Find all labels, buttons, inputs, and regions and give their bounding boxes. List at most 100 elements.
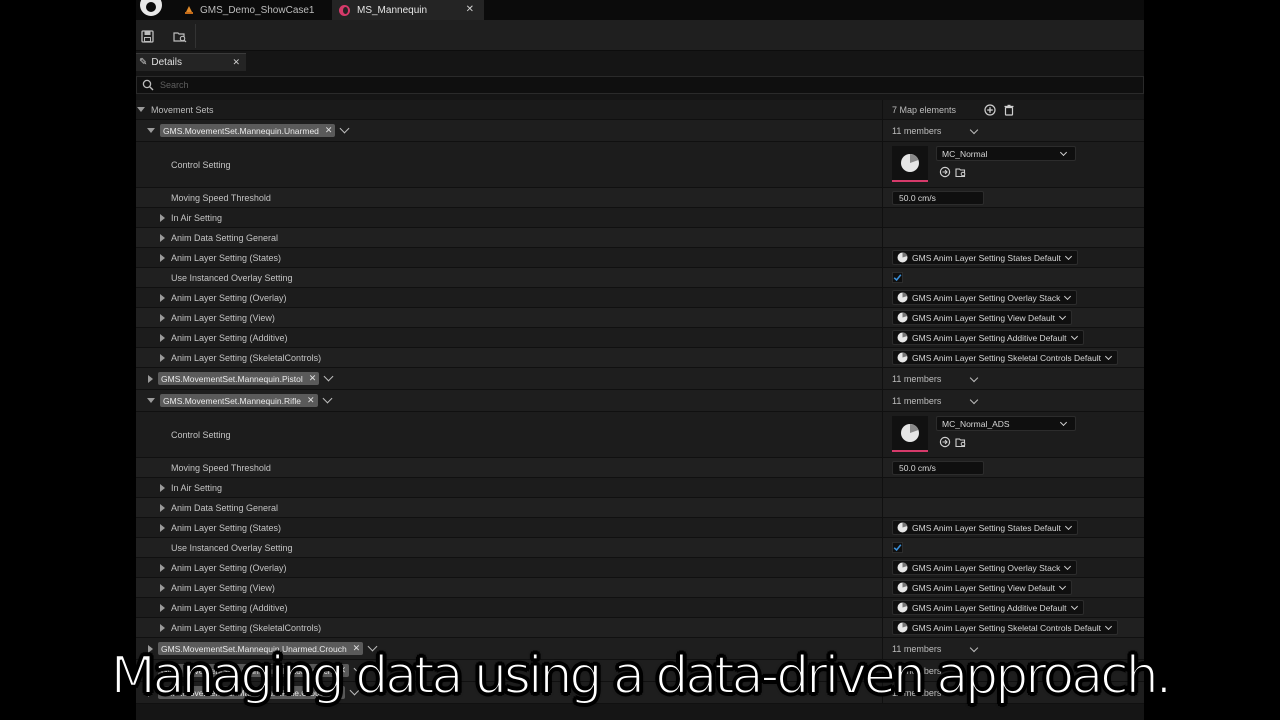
- remove-tag-icon[interactable]: ✕: [309, 373, 317, 384]
- browse-asset-button[interactable]: [172, 28, 188, 44]
- expand-arrow-icon[interactable]: [160, 293, 165, 302]
- instanced-overlay-checkbox[interactable]: [892, 542, 903, 553]
- expand-arrow-icon[interactable]: [160, 583, 165, 592]
- expand-arrow-icon[interactable]: [148, 374, 153, 383]
- chevron-down-icon[interactable]: [969, 395, 979, 405]
- browse-asset-icon[interactable]: [955, 166, 967, 178]
- tab-level[interactable]: GMS_Demo_ShowCase1: [182, 0, 332, 20]
- property-in-air-setting[interactable]: In Air Setting: [136, 478, 1144, 498]
- anim-layer-combo[interactable]: GMS Anim Layer Setting Additive Default: [892, 600, 1084, 615]
- details-search-box: [136, 76, 1144, 94]
- property-anim-layer-view[interactable]: Anim Layer Setting (View) GMS Anim Layer…: [136, 308, 1144, 328]
- anim-layer-value: GMS Anim Layer Setting Overlay Stack: [912, 292, 1061, 303]
- anim-layer-combo[interactable]: GMS Anim Layer Setting Overlay Stack: [892, 290, 1078, 305]
- asset-picker-value: MC_Normal_ADS: [942, 418, 1010, 429]
- instanced-overlay-checkbox[interactable]: [892, 272, 903, 283]
- map-entry-pistol[interactable]: GMS.MovementSet.Mannequin.Pistol ✕ 11 me…: [136, 368, 1144, 390]
- gameplay-tag-chip[interactable]: GMS.MovementSet.Mannequin.Pistol ✕: [158, 372, 320, 385]
- property-anim-layer-states[interactable]: Anim Layer Setting (States) GMS Anim Lay…: [136, 518, 1144, 538]
- property-anim-layer-view[interactable]: Anim Layer Setting (View) GMS Anim Layer…: [136, 578, 1144, 598]
- property-anim-data-setting[interactable]: Anim Data Setting General: [136, 498, 1144, 518]
- map-element-count: 7 Map elements: [892, 104, 957, 115]
- anim-layer-value: GMS Anim Layer Setting Skeletal Controls…: [912, 622, 1101, 633]
- chevron-down-icon[interactable]: [322, 393, 332, 404]
- chevron-down-icon[interactable]: [969, 125, 979, 135]
- asset-toolbar: [136, 20, 1144, 51]
- members-count: 11 members: [892, 125, 942, 136]
- anim-layer-combo[interactable]: GMS Anim Layer Setting Overlay Stack: [892, 560, 1078, 575]
- tag-label: GMS.MovementSet.Mannequin.Unarmed: [163, 125, 319, 136]
- anim-layer-asset-icon: [897, 622, 908, 633]
- anim-layer-combo[interactable]: GMS Anim Layer Setting Skeletal Controls…: [892, 350, 1118, 365]
- property-anim-layer-skeletal[interactable]: Anim Layer Setting (SkeletalControls) GM…: [136, 618, 1144, 638]
- expand-arrow-icon[interactable]: [160, 483, 165, 492]
- property-label: Moving Speed Threshold: [171, 192, 271, 203]
- anim-layer-combo[interactable]: GMS Anim Layer Setting Skeletal Controls…: [892, 620, 1118, 635]
- speed-threshold-input[interactable]: 50.0 cm/s: [892, 190, 984, 205]
- expand-arrow-icon[interactable]: [160, 563, 165, 572]
- asset-thumbnail[interactable]: [892, 416, 928, 452]
- expand-arrow-icon[interactable]: [137, 107, 145, 112]
- search-input[interactable]: [154, 80, 1143, 90]
- details-close-icon[interactable]: ✕: [232, 57, 240, 68]
- tag-label: GMS.MovementSet.Mannequin.Pistol: [161, 373, 303, 384]
- expand-arrow-icon[interactable]: [160, 233, 165, 242]
- details-panel-tab[interactable]: ✎ Details ✕: [136, 53, 246, 71]
- asset-picker-combo[interactable]: MC_Normal_ADS: [936, 416, 1076, 431]
- remove-tag-icon[interactable]: ✕: [325, 125, 333, 136]
- unreal-logo-icon[interactable]: [138, 0, 164, 18]
- category-movement-sets[interactable]: Movement Sets 7 Map elements: [136, 100, 1144, 120]
- members-count: 11 members: [892, 373, 942, 384]
- expand-arrow-icon[interactable]: [147, 128, 155, 133]
- add-element-icon[interactable]: [984, 104, 996, 116]
- map-entry-rifle[interactable]: GMS.MovementSet.Mannequin.Rifle ✕ 11 mem…: [136, 390, 1144, 412]
- asset-picker-combo[interactable]: MC_Normal: [936, 146, 1076, 161]
- property-anim-data-setting[interactable]: Anim Data Setting General: [136, 228, 1144, 248]
- use-selected-icon[interactable]: [939, 166, 951, 178]
- use-selected-icon[interactable]: [939, 436, 951, 448]
- speed-threshold-input[interactable]: 50.0 cm/s: [892, 460, 984, 475]
- property-anim-layer-overlay[interactable]: Anim Layer Setting (Overlay) GMS Anim La…: [136, 558, 1144, 578]
- anim-layer-combo[interactable]: GMS Anim Layer Setting States Default: [892, 250, 1078, 265]
- property-use-instanced-overlay: Use Instanced Overlay Setting: [136, 268, 1144, 288]
- expand-arrow-icon[interactable]: [147, 398, 155, 403]
- expand-arrow-icon[interactable]: [160, 523, 165, 532]
- control-setting-asset-icon: [901, 424, 919, 442]
- anim-layer-value: GMS Anim Layer Setting View Default: [912, 312, 1055, 323]
- property-anim-layer-additive[interactable]: Anim Layer Setting (Additive) GMS Anim L…: [136, 328, 1144, 348]
- property-anim-layer-skeletal[interactable]: Anim Layer Setting (SkeletalControls) GM…: [136, 348, 1144, 368]
- anim-layer-combo[interactable]: GMS Anim Layer Setting View Default: [892, 580, 1072, 595]
- property-anim-layer-states[interactable]: Anim Layer Setting (States) GMS Anim Lay…: [136, 248, 1144, 268]
- chevron-down-icon: [1058, 312, 1067, 321]
- asset-thumbnail[interactable]: [892, 146, 928, 182]
- gameplay-tag-chip[interactable]: GMS.MovementSet.Mannequin.Rifle ✕: [160, 394, 318, 407]
- expand-arrow-icon[interactable]: [160, 353, 165, 362]
- tab-movement-set-label: MS_Mannequin: [357, 4, 428, 16]
- anim-layer-combo[interactable]: GMS Anim Layer Setting View Default: [892, 310, 1072, 325]
- expand-arrow-icon[interactable]: [160, 503, 165, 512]
- chevron-down-icon[interactable]: [340, 123, 350, 134]
- property-in-air-setting[interactable]: In Air Setting: [136, 208, 1144, 228]
- save-button[interactable]: [139, 28, 155, 44]
- delete-icon[interactable]: [1003, 104, 1015, 116]
- expand-arrow-icon[interactable]: [160, 313, 165, 322]
- anim-layer-value: GMS Anim Layer Setting Skeletal Controls…: [912, 352, 1101, 363]
- map-entry-unarmed[interactable]: GMS.MovementSet.Mannequin.Unarmed ✕ 11 m…: [136, 120, 1144, 142]
- expand-arrow-icon[interactable]: [160, 623, 165, 632]
- chevron-down-icon[interactable]: [969, 373, 979, 383]
- tab-close-icon[interactable]: ✕: [466, 4, 474, 15]
- property-label: In Air Setting: [171, 482, 223, 493]
- property-anim-layer-overlay[interactable]: Anim Layer Setting (Overlay) GMS Anim La…: [136, 288, 1144, 308]
- tab-movement-set[interactable]: MS_Mannequin ✕: [332, 0, 484, 20]
- expand-arrow-icon[interactable]: [160, 253, 165, 262]
- property-anim-layer-additive[interactable]: Anim Layer Setting (Additive) GMS Anim L…: [136, 598, 1144, 618]
- browse-asset-icon[interactable]: [955, 436, 967, 448]
- gameplay-tag-chip[interactable]: GMS.MovementSet.Mannequin.Unarmed ✕: [160, 124, 336, 137]
- expand-arrow-icon[interactable]: [160, 213, 165, 222]
- anim-layer-combo[interactable]: GMS Anim Layer Setting Additive Default: [892, 330, 1084, 345]
- remove-tag-icon[interactable]: ✕: [307, 395, 315, 406]
- expand-arrow-icon[interactable]: [160, 603, 165, 612]
- chevron-down-icon[interactable]: [323, 371, 334, 382]
- anim-layer-combo[interactable]: GMS Anim Layer Setting States Default: [892, 520, 1078, 535]
- expand-arrow-icon[interactable]: [160, 333, 165, 342]
